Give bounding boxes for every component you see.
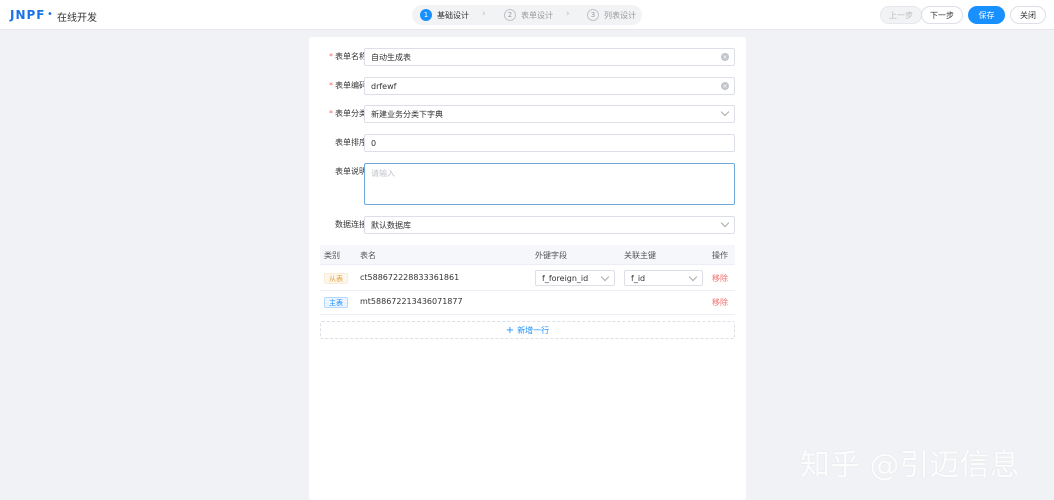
select-value: 默认数据库 xyxy=(371,220,411,230)
form-label: 数据连接 xyxy=(335,220,367,229)
pk-select[interactable]: f_id xyxy=(624,270,703,286)
step-number: 2 xyxy=(504,9,516,21)
th-type: 类别 xyxy=(324,251,340,260)
th-fk: 外键字段 xyxy=(535,251,567,260)
type-tag: 从表 xyxy=(324,273,348,284)
plus-icon: + xyxy=(505,324,515,336)
table-name: mt588672213436071877 xyxy=(360,297,463,306)
form-desc-textarea[interactable]: 请输入 xyxy=(364,163,735,205)
chevron-right-icon: › xyxy=(482,9,486,19)
step-basic-design[interactable]: 1 基础设计 xyxy=(420,5,469,25)
input-value: drfewf xyxy=(371,81,397,91)
step-number: 1 xyxy=(420,9,432,21)
next-step-button[interactable]: 下一步 xyxy=(921,6,963,24)
form-label: * 表单名称 xyxy=(329,52,367,61)
step-form-design[interactable]: 2 表单设计 xyxy=(504,5,553,25)
step-number: 3 xyxy=(587,9,599,21)
select-value: f_foreign_id xyxy=(542,273,589,283)
prev-step-button[interactable]: 上一步 xyxy=(880,6,922,24)
th-op: 操作 xyxy=(712,251,728,260)
clear-icon[interactable]: × xyxy=(721,82,729,90)
input-value: 0 xyxy=(371,138,377,148)
form-row-desc: 表单说明 请输入 xyxy=(309,163,746,205)
step-label: 表单设计 xyxy=(521,10,553,20)
chevron-down-icon xyxy=(600,272,610,282)
form-sort-input[interactable]: 0 xyxy=(364,134,735,152)
watermark: 知乎 @引迈信息 xyxy=(800,448,1020,483)
chevron-down-icon xyxy=(720,218,730,228)
form-label: 表单说明 xyxy=(335,167,367,176)
save-button[interactable]: 保存 xyxy=(968,6,1005,24)
form-db-select[interactable]: 默认数据库 xyxy=(364,216,735,234)
table-row: 主表 mt588672213436071877 移除 xyxy=(320,291,735,315)
remove-row-link[interactable]: 移除 xyxy=(712,273,728,284)
select-value: f_id xyxy=(631,273,646,283)
form-row-db: 数据连接 默认数据库 xyxy=(309,216,746,234)
select-value: 新建业务分类下字典 xyxy=(371,109,443,119)
chevron-right-icon: › xyxy=(566,9,570,19)
step-list-design[interactable]: 3 列表设计 xyxy=(587,5,636,25)
form-code-input[interactable]: drfewf × xyxy=(364,77,735,95)
form-row-sort: 表单排序 0 xyxy=(309,134,746,152)
form-label: * 表单分类 xyxy=(329,109,367,118)
add-row-button[interactable]: + 新增一行 xyxy=(320,321,735,339)
form-card: * 表单名称 自动生成表 × * 表单编码 drfewf × * 表单分类 新建业务分… xyxy=(309,37,746,500)
table-row: 从表 ct588672228833361861 f_foreign_id f_i… xyxy=(320,265,735,291)
form-name-input[interactable]: 自动生成表 × xyxy=(364,48,735,66)
chevron-down-icon xyxy=(720,107,730,117)
close-button[interactable]: 关闭 xyxy=(1010,6,1046,24)
clear-icon[interactable]: × xyxy=(721,53,729,61)
fk-select[interactable]: f_foreign_id xyxy=(535,270,615,286)
form-row-name: * 表单名称 自动生成表 × xyxy=(309,48,746,66)
type-tag: 主表 xyxy=(324,297,348,308)
form-row-category: * 表单分类 新建业务分类下字典 xyxy=(309,105,746,123)
top-header: JNPF • 在线开发 1 基础设计 › 2 表单设计 › 3 列表设计 上一步… xyxy=(0,0,1054,30)
step-label: 基础设计 xyxy=(437,10,469,20)
logo: JNPF xyxy=(10,8,46,22)
add-row-label: 新增一行 xyxy=(517,325,550,335)
remove-row-link[interactable]: 移除 xyxy=(712,297,728,308)
table-header: 类别 表名 外键字段 关联主键 操作 xyxy=(320,245,735,265)
step-bar: 1 基础设计 › 2 表单设计 › 3 列表设计 xyxy=(412,5,642,25)
form-row-code: * 表单编码 drfewf × xyxy=(309,77,746,95)
app-title: 在线开发 xyxy=(57,13,97,24)
logo-dot: • xyxy=(47,9,53,20)
th-pk: 关联主键 xyxy=(624,251,656,260)
step-label: 列表设计 xyxy=(604,10,636,20)
chevron-down-icon xyxy=(688,272,698,282)
table-name: ct588672228833361861 xyxy=(360,273,460,282)
textarea-placeholder: 请输入 xyxy=(371,169,395,178)
th-name: 表名 xyxy=(360,251,376,260)
form-label: * 表单编码 xyxy=(329,81,367,90)
input-value: 自动生成表 xyxy=(371,52,411,62)
form-label: 表单排序 xyxy=(335,138,367,147)
form-category-select[interactable]: 新建业务分类下字典 xyxy=(364,105,735,123)
